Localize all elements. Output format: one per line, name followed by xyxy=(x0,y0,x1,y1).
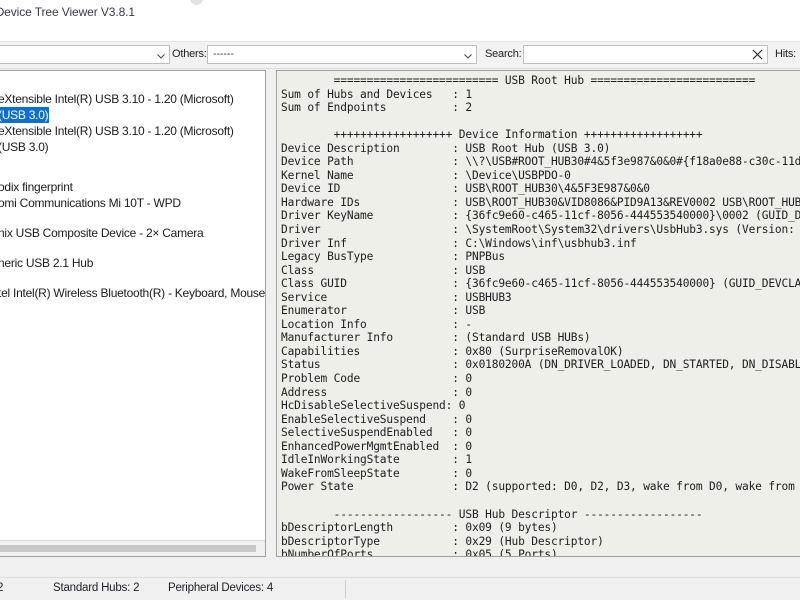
device-filter-combo[interactable] xyxy=(0,45,170,64)
tree-item-label: tel Intel(R) Wireless Bluetooth(R) - Key… xyxy=(0,286,266,300)
tree-item-label: eXtensible Intel(R) USB 3.10 - 1.20 (Mic… xyxy=(0,124,234,138)
tree-item[interactable]: tel Intel(R) Wireless Bluetooth(R) - Key… xyxy=(0,285,266,301)
tree-item[interactable]: eXtensible Intel(R) USB 3.10 - 1.20 (Mic… xyxy=(0,91,235,107)
device-details-text: ========================= USB Root Hub =… xyxy=(281,74,800,557)
others-combo-value: ------ xyxy=(213,48,234,60)
tree-item[interactable]: (USB 3.0) xyxy=(0,139,49,155)
tree-item-label: eXtensible Intel(R) USB 3.10 - 1.20 (Mic… xyxy=(0,92,234,106)
tree-item[interactable]: eXtensible Intel(R) USB 3.10 - 1.20 (Mic… xyxy=(0,123,235,139)
tree-item-label: neric USB 2.1 Hub xyxy=(0,256,94,270)
device-details-pane[interactable]: ========================= USB Root Hub =… xyxy=(276,70,800,557)
tree-item-label: nix USB Composite Device - 2× Camera xyxy=(0,226,204,240)
others-combo[interactable]: ------ xyxy=(207,45,477,64)
search-input[interactable] xyxy=(523,45,768,64)
status-separator xyxy=(345,580,346,598)
device-tree-pane[interactable]: eXtensible Intel(R) USB 3.10 - 1.20 (Mic… xyxy=(0,70,266,557)
window-title: USB Device Tree Viewer V3.8.1 xyxy=(0,5,135,19)
tree-scrollbar-thumb[interactable] xyxy=(0,545,256,552)
others-label: Others: xyxy=(172,48,207,60)
tree-horizontal-scrollbar[interactable] xyxy=(0,540,265,556)
tree-item[interactable]: neric USB 2.1 Hub xyxy=(0,255,94,271)
tree-item[interactable]: odix fingerprint xyxy=(0,179,74,195)
tree-item[interactable]: nix USB Composite Device - 2× Camera xyxy=(0,225,204,241)
tree-item-label: omi Communications Mi 10T - WPD xyxy=(0,196,181,210)
tree-item[interactable]: (USB 3.0) xyxy=(0,107,50,123)
status-peripheral-devices: Peripheral Devices: 4 xyxy=(168,582,274,594)
tree-item-label: (USB 3.0) xyxy=(0,107,50,123)
menu-bar[interactable] xyxy=(0,30,800,41)
status-count: 2 xyxy=(0,582,3,594)
search-label: Search: xyxy=(485,48,522,60)
title-bar: USB Device Tree Viewer V3.8.1 xyxy=(0,0,800,31)
tree-item-label: odix fingerprint xyxy=(0,180,73,194)
chevron-down-icon xyxy=(156,51,165,60)
tree-item-label: (USB 3.0) xyxy=(0,140,49,154)
close-icon[interactable] xyxy=(752,49,763,60)
hits-label: Hits: xyxy=(775,48,797,60)
chevron-down-icon xyxy=(463,51,472,60)
toolbar: Others: ------ Search: Hits: xyxy=(0,41,800,69)
app-icon xyxy=(190,0,203,5)
status-standard-hubs: Standard Hubs: 2 xyxy=(53,582,140,594)
tree-item[interactable]: omi Communications Mi 10T - WPD xyxy=(0,195,182,211)
status-bar: Hubs: 2 2 Standard Hubs: 2 Peripheral De… xyxy=(0,577,800,600)
usb-device-tree-viewer-window: USB Device Tree Viewer V3.8.1 Others: --… xyxy=(0,0,800,600)
pane-splitter[interactable] xyxy=(266,70,276,557)
